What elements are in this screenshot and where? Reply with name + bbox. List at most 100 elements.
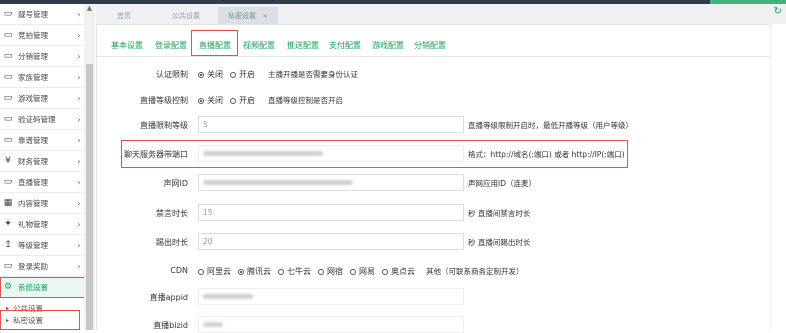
tab-private-settings[interactable]: 私密设置 × xyxy=(218,7,278,24)
yen-icon: ¥ xyxy=(5,156,11,166)
ban-time-input[interactable]: 15 xyxy=(198,204,464,221)
sidebar-item-0[interactable]: ▭ 靓号管理 › xyxy=(0,4,84,25)
sidebar-item-label: 游戏管理 xyxy=(18,93,48,103)
scroll-up-icon[interactable]: ▲ xyxy=(84,4,95,14)
sidebar-item-4[interactable]: ▭ 游戏管理 › xyxy=(0,88,84,109)
tab-video[interactable]: 视频配置 xyxy=(243,40,275,51)
sidebar-item-6[interactable]: ▭ 靠谱管理 › xyxy=(0,130,84,151)
chevron-right-icon: › xyxy=(77,30,81,40)
auth-radio-on[interactable]: 开启 xyxy=(230,69,255,80)
radio-icon xyxy=(350,268,356,275)
sound-id-input[interactable] xyxy=(198,174,464,191)
sidebar-item-1[interactable]: ▭ 竞拍管理 › xyxy=(0,25,84,46)
tab-distribution[interactable]: 分销配置 xyxy=(414,40,446,51)
sound-id-label: 声网ID xyxy=(163,179,188,188)
sidebar-item-10[interactable]: ✦ 礼物管理 › xyxy=(0,214,84,235)
chat-server-hint: 格式：http://域名(:端口) 或者 http://IP(:端口) xyxy=(468,150,625,159)
sidebar-item-label: 礼物管理 xyxy=(18,219,48,229)
sidebar-item-system-settings[interactable]: ⚙系统设置› xyxy=(0,277,92,298)
sidebar-item-8[interactable]: ▭ 直播管理 › xyxy=(0,172,84,193)
radio-icon xyxy=(230,97,236,104)
ban-time-label: 禁言时长 xyxy=(156,209,188,218)
radio-checked-icon xyxy=(198,97,204,104)
radio-checked-icon xyxy=(238,268,244,275)
cdn-option-netease[interactable]: 网易 xyxy=(350,266,375,277)
content-scrollbar[interactable] xyxy=(770,24,786,330)
kick-time-hint: 秒 直播间踢出时长 xyxy=(468,238,531,247)
tab-push[interactable]: 推送配置 xyxy=(287,40,319,51)
input-value: 5 xyxy=(203,120,208,129)
radio-icon xyxy=(230,71,236,78)
refresh-icon[interactable]: ↻ xyxy=(774,6,782,17)
sidebar-item-11[interactable]: ↥ 等级管理 › xyxy=(0,235,84,256)
bullet-icon: ▸ xyxy=(6,316,10,324)
bizid-label: 直播bizid xyxy=(153,321,188,330)
radio-label: 奥点云 xyxy=(391,267,415,276)
bizid-input[interactable] xyxy=(198,316,464,333)
cdn-option-aodian[interactable]: 奥点云 xyxy=(382,266,415,277)
divider xyxy=(96,56,770,57)
cdn-option-tencent[interactable]: 腾讯云 xyxy=(238,266,271,277)
tab-label: 首页 xyxy=(117,11,131,20)
monitor-icon: ▭ xyxy=(3,93,13,103)
auth-hint: 主播开播是否需要身份认证 xyxy=(268,70,358,79)
sidebar-item-label: 靓号管理 xyxy=(18,9,48,19)
cdn-option-wangsu[interactable]: 网宿 xyxy=(318,266,343,277)
kick-time-input[interactable]: 20 xyxy=(198,233,464,250)
sidebar-item-label: 等级管理 xyxy=(18,240,48,250)
chevron-right-icon: › xyxy=(77,156,81,166)
sidebar-item-7[interactable]: ¥ 财务管理 › xyxy=(0,151,84,172)
sidebar-item-3[interactable]: ▭ 家族管理 › xyxy=(0,67,84,88)
grid-icon: ▦ xyxy=(3,198,13,208)
page-tab-bar: 首页 公共设置 私密设置 × xyxy=(96,4,786,25)
chat-server-input[interactable] xyxy=(198,145,464,162)
tab-public-settings[interactable]: 公共设置 xyxy=(156,7,216,24)
sidebar-scrollbar-thumb[interactable] xyxy=(86,64,93,330)
appid-input[interactable] xyxy=(198,288,464,305)
tab-home[interactable]: 首页 xyxy=(96,7,152,24)
redacted-value xyxy=(203,151,323,156)
chevron-right-icon: › xyxy=(77,177,81,187)
level-ctrl-radio-off[interactable]: 关闭 xyxy=(198,95,223,106)
sidebar-subitem-private-settings[interactable]: ▸ 私密设置 xyxy=(0,310,80,330)
tab-live[interactable]: 直播配置 xyxy=(199,40,231,51)
redacted-value xyxy=(203,180,353,185)
cdn-hint: 其他（可联系商务定制开发） xyxy=(426,267,524,276)
tab-basic[interactable]: 基本设置 xyxy=(111,40,143,51)
sidebar-item-12[interactable]: ▭ 登录奖励 › xyxy=(0,256,84,277)
sidebar-item-5[interactable]: ▭ 验证码管理 › xyxy=(0,109,84,130)
monitor-icon: ▭ xyxy=(3,9,13,19)
tab-payment[interactable]: 支付配置 xyxy=(329,40,361,51)
sidebar-item-2[interactable]: ▭ 分销管理 › xyxy=(0,46,84,67)
level-icon: ↥ xyxy=(4,240,12,250)
input-value: 20 xyxy=(203,237,213,246)
sidebar-item-9[interactable]: ▦ 内容管理 › xyxy=(0,193,84,214)
auth-radio-off[interactable]: 关闭 xyxy=(198,69,223,80)
sidebar-item-label: 验证码管理 xyxy=(18,114,56,124)
redacted-value xyxy=(203,294,253,299)
kick-time-label: 踢出时长 xyxy=(156,238,188,247)
sidebar-item-label: 内容管理 xyxy=(18,198,48,208)
level-ctrl-radio-on[interactable]: 开启 xyxy=(230,95,255,106)
chevron-right-icon: › xyxy=(77,51,81,61)
tab-game[interactable]: 游戏配置 xyxy=(372,40,404,51)
tab-label: 公共设置 xyxy=(172,11,200,20)
tab-label: 私密设置 xyxy=(228,11,257,20)
radio-checked-icon xyxy=(198,71,204,78)
level-limit-input[interactable]: 5 xyxy=(198,116,464,133)
tab-login[interactable]: 登录配置 xyxy=(155,40,187,51)
cdn-option-qiniu[interactable]: 七牛云 xyxy=(278,266,311,277)
sidebar-item-label: 登录奖励 xyxy=(18,261,48,271)
level-ctrl-hint: 直播等级控制是否开启 xyxy=(268,96,343,105)
radio-label: 网宿 xyxy=(327,267,343,276)
monitor-icon: ▭ xyxy=(3,135,13,145)
monitor-icon: ▭ xyxy=(3,261,13,271)
monitor-icon: ▭ xyxy=(3,177,13,187)
monitor-icon: ▭ xyxy=(3,72,13,82)
cdn-option-aliyun[interactable]: 阿里云 xyxy=(198,266,231,277)
radio-icon xyxy=(198,268,204,275)
auth-label: 认证限制 xyxy=(156,70,188,79)
radio-icon xyxy=(318,268,324,275)
sidebar-item-label: 靠谱管理 xyxy=(18,135,48,145)
close-icon[interactable]: × xyxy=(262,12,268,20)
